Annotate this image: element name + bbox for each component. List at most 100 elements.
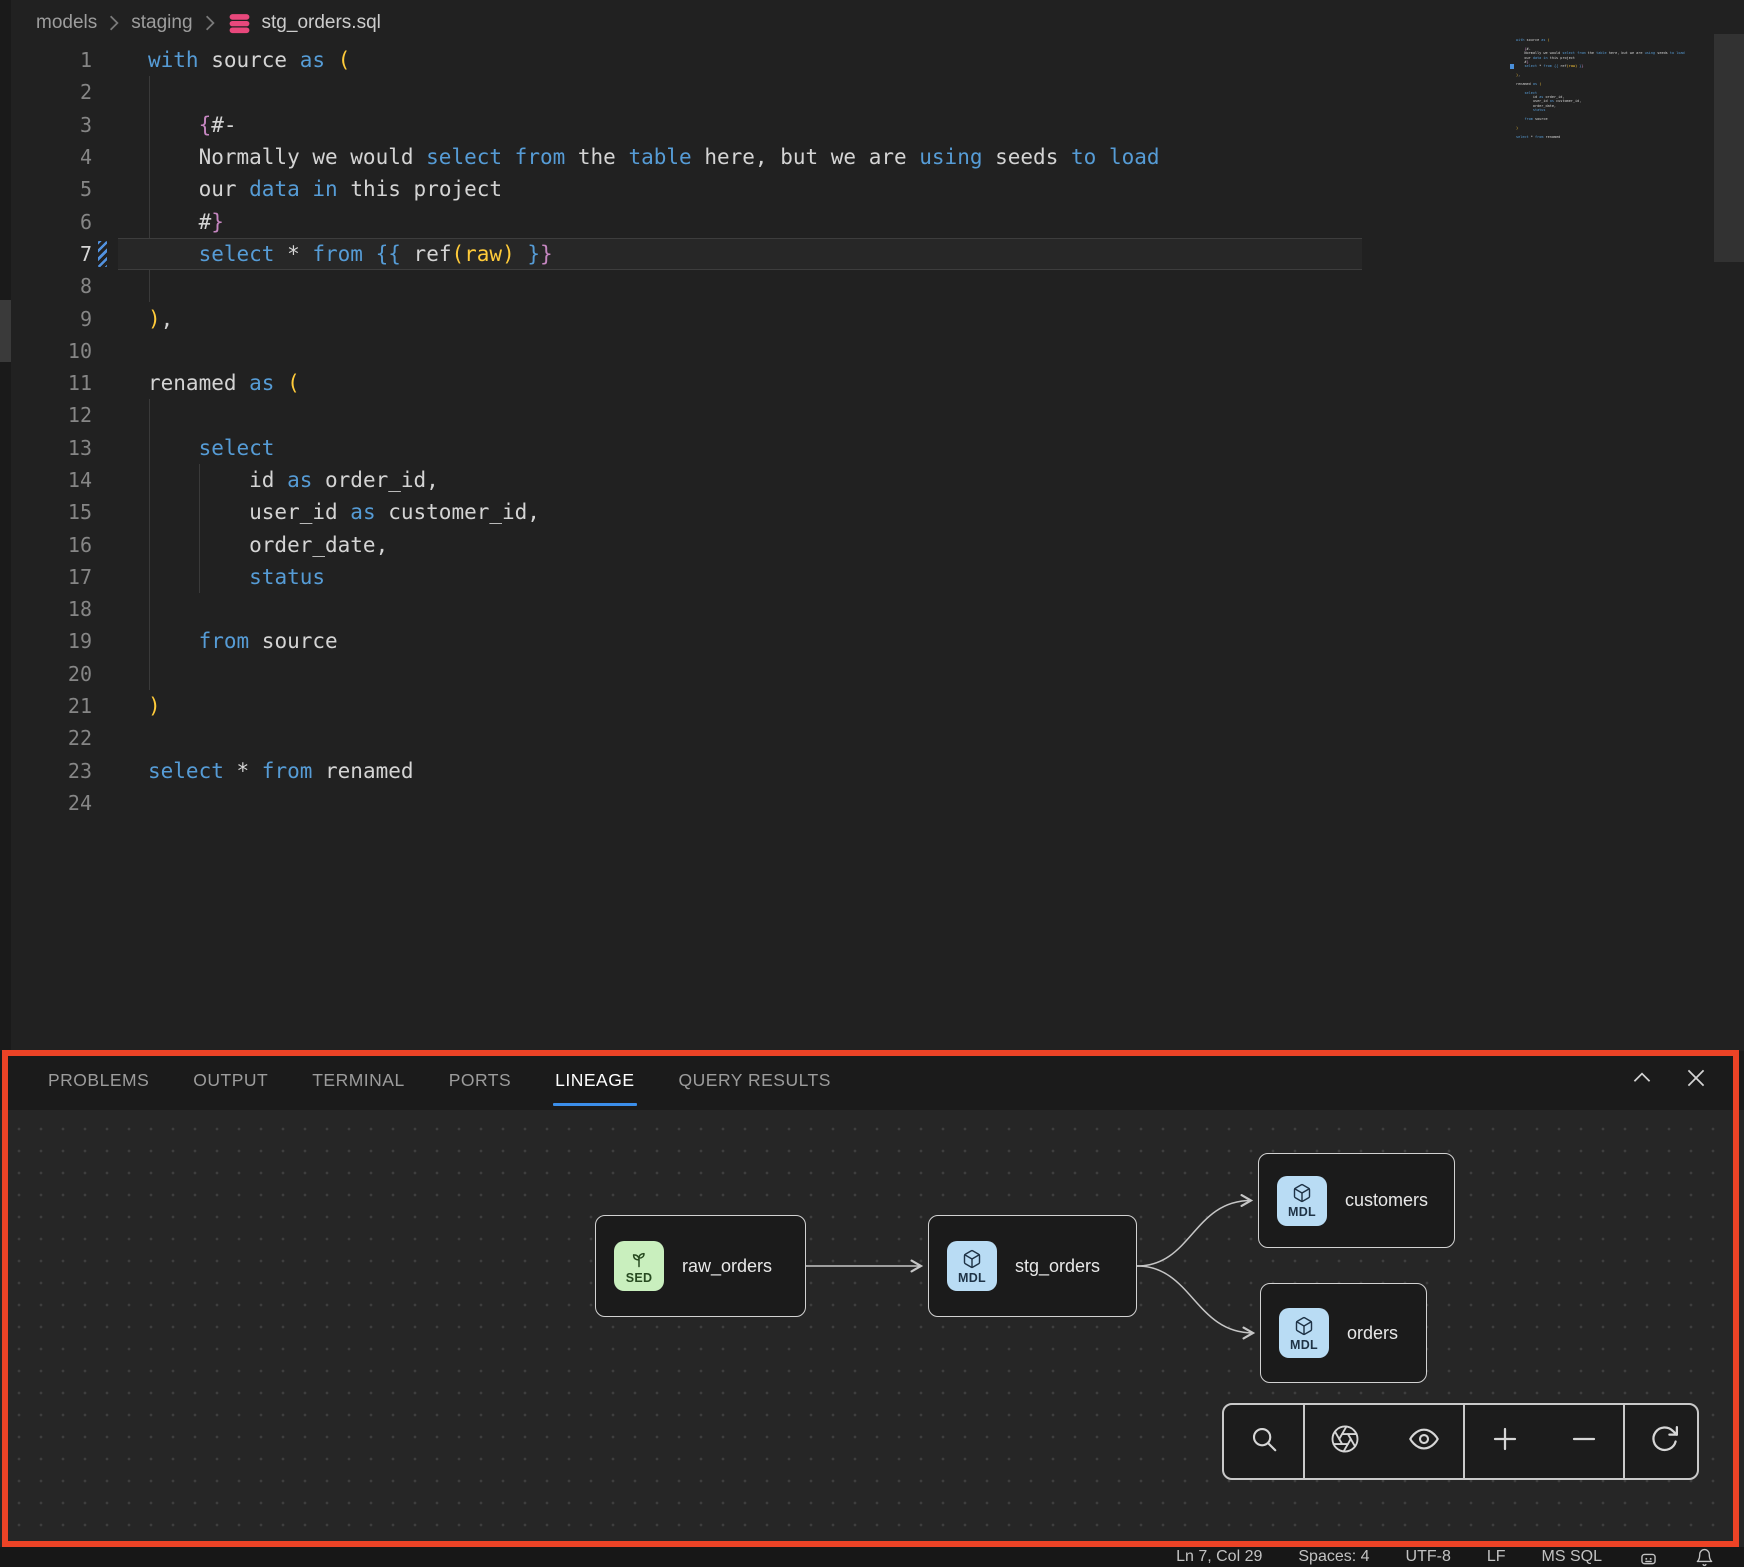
breadcrumb-item-staging[interactable]: staging: [131, 12, 192, 34]
code-line[interactable]: 5 our data in this project: [0, 173, 1744, 205]
code-line[interactable]: 7 select * from {{ ref(raw) }}: [0, 238, 1744, 270]
code-line[interactable]: 23select * from renamed: [0, 755, 1744, 787]
line-number: 21: [0, 694, 92, 718]
badge-model: MDL: [947, 1241, 997, 1291]
node-label: customers: [1345, 1190, 1428, 1211]
line-number: 14: [0, 468, 92, 492]
status-indentation[interactable]: Spaces: 4: [1298, 1548, 1369, 1566]
status-encoding[interactable]: UTF-8: [1406, 1548, 1451, 1566]
toolbar-group: [1224, 1405, 1303, 1478]
tab-ports[interactable]: PORTS: [449, 1051, 511, 1110]
code-line[interactable]: 9),: [0, 302, 1744, 334]
code-editor[interactable]: 1with source as ( 2 3 {#-4 Normally we wou…: [0, 44, 1744, 819]
code-text: order_date,: [148, 533, 388, 557]
code-line[interactable]: 13 select: [0, 432, 1744, 464]
code-text: ),: [148, 307, 173, 331]
line-number: 3: [0, 113, 92, 137]
minimap[interactable]: with source as ( {#- Normally we would s…: [1516, 38, 1706, 143]
code-line[interactable]: 24: [0, 787, 1744, 819]
status-cursor-position[interactable]: Ln 7, Col 29: [1176, 1548, 1262, 1566]
code-line[interactable]: 17 status: [0, 561, 1744, 593]
model-icon: [1294, 1315, 1314, 1337]
status-language-mode[interactable]: MS SQL: [1542, 1548, 1602, 1566]
badge-label: SED: [626, 1271, 653, 1285]
line-number: 9: [0, 307, 92, 331]
line-number: 2: [0, 80, 92, 104]
status-bar: Ln 7, Col 29 Spaces: 4 UTF-8 LF MS SQL: [0, 1547, 1744, 1567]
lineage-node-raw_orders[interactable]: SED raw_orders: [595, 1215, 806, 1317]
minimap-cursor-marker: [1510, 64, 1514, 68]
code-line[interactable]: 19 from source: [0, 625, 1744, 657]
line-number: 16: [0, 533, 92, 557]
code-line[interactable]: 18: [0, 593, 1744, 625]
code-line[interactable]: 12: [0, 399, 1744, 431]
search-icon: [1249, 1424, 1279, 1459]
code-text: id as order_id,: [148, 468, 439, 492]
code-line[interactable]: 10: [0, 335, 1744, 367]
tab-output[interactable]: OUTPUT: [193, 1051, 268, 1110]
code-line[interactable]: 16 order_date,: [0, 528, 1744, 560]
chevron-up-button[interactable]: [1628, 1067, 1656, 1095]
tab-query-results[interactable]: QUERY RESULTS: [679, 1051, 831, 1110]
code-line[interactable]: 3 {#-: [0, 109, 1744, 141]
breadcrumb-item-models[interactable]: models: [36, 12, 97, 34]
code-line[interactable]: 8: [0, 270, 1744, 302]
eye-button[interactable]: [1384, 1405, 1463, 1478]
code-line[interactable]: 11 renamed as (: [0, 367, 1744, 399]
badge-label: MDL: [958, 1271, 986, 1285]
zoom-out-button[interactable]: [1544, 1405, 1623, 1478]
aperture-icon: [1330, 1424, 1360, 1459]
line-number: 5: [0, 177, 92, 201]
refresh-button[interactable]: [1625, 1405, 1699, 1478]
close-button[interactable]: [1682, 1067, 1710, 1095]
line-number: 15: [0, 500, 92, 524]
code-line[interactable]: 4 Normally we would select from the tabl…: [0, 141, 1744, 173]
breadcrumb-file-name[interactable]: stg_orders.sql: [262, 12, 381, 34]
toolbar-group: [1463, 1405, 1623, 1478]
tab-lineage[interactable]: LINEAGE: [555, 1051, 634, 1110]
line-number: 22: [0, 726, 92, 750]
lineage-node-customers[interactable]: MDL customers: [1258, 1153, 1455, 1248]
line-number: 11: [0, 371, 92, 395]
node-label: raw_orders: [682, 1256, 772, 1277]
code-line[interactable]: 2: [0, 76, 1744, 108]
minimap-line: [1516, 139, 1706, 143]
lineage-canvas[interactable]: SEDraw_ordersMDLstg_ordersMDLcustomersMD…: [0, 1110, 1744, 1547]
breadcrumb: models staging stg_orders.sql: [36, 8, 381, 38]
line-number: 12: [0, 403, 92, 427]
lineage-node-orders[interactable]: MDLorders: [1260, 1283, 1427, 1383]
zoom-in-button[interactable]: [1465, 1405, 1544, 1478]
code-text: renamed as (: [148, 371, 300, 395]
node-label: stg_orders: [1015, 1256, 1100, 1277]
copilot-icon[interactable]: [1638, 1547, 1659, 1567]
code-line[interactable]: 6 #}: [0, 205, 1744, 237]
badge-label: MDL: [1288, 1205, 1316, 1219]
tab-terminal[interactable]: TERMINAL: [312, 1051, 404, 1110]
tab-problems[interactable]: PROBLEMS: [48, 1051, 149, 1110]
lineage-edges: [0, 1110, 1744, 1547]
refresh-icon: [1650, 1424, 1680, 1459]
toolbar-group: [1623, 1405, 1699, 1478]
node-label: orders: [1347, 1323, 1398, 1344]
code-text: ): [148, 694, 161, 718]
code-line[interactable]: 21): [0, 690, 1744, 722]
code-text: with source as (: [148, 48, 350, 72]
code-line[interactable]: 22: [0, 722, 1744, 754]
line-number: 7: [0, 242, 92, 266]
search-button[interactable]: [1224, 1405, 1303, 1478]
database-icon: [227, 11, 252, 36]
status-eol[interactable]: LF: [1487, 1548, 1506, 1566]
code-line[interactable]: 1with source as (: [0, 44, 1744, 76]
seed-icon: [629, 1248, 649, 1270]
code-line[interactable]: 14 id as order_id,: [0, 464, 1744, 496]
code-line[interactable]: 20: [0, 658, 1744, 690]
aperture-button[interactable]: [1305, 1405, 1384, 1478]
zoom-in-icon: [1490, 1424, 1520, 1459]
bell-icon[interactable]: [1695, 1548, 1714, 1567]
code-text: select * from {{ ref(raw) }}: [148, 242, 553, 266]
minimap-slider[interactable]: [1714, 34, 1744, 262]
chevron-up-icon: [1629, 1065, 1655, 1096]
code-line[interactable]: 15 user_id as customer_id,: [0, 496, 1744, 528]
lineage-node-stg_orders[interactable]: MDL stg_orders: [928, 1215, 1137, 1317]
code-text: select * from renamed: [148, 759, 414, 783]
